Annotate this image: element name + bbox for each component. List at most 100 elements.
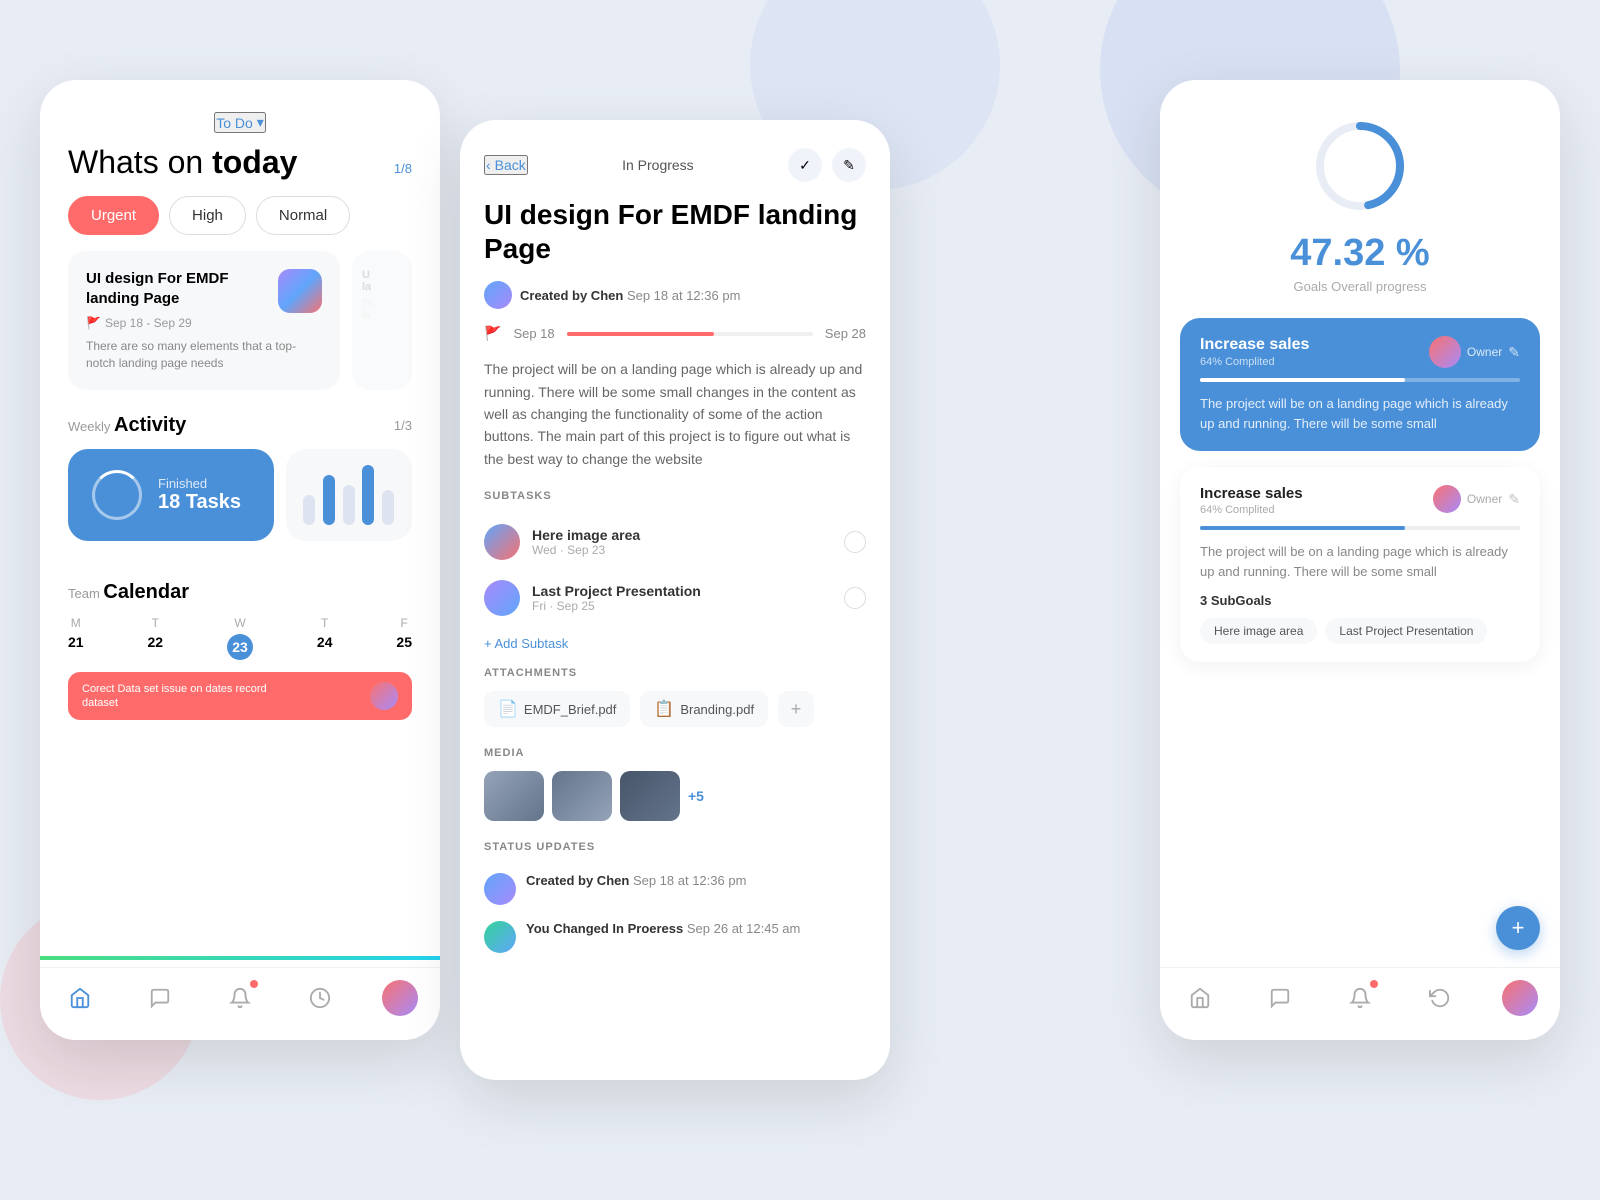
today-normal: Whats on: [68, 144, 212, 180]
calendar-event[interactable]: Corect Data set issue on dates record da…: [68, 672, 412, 721]
task-card-partial: Ula Thla: [352, 251, 412, 390]
subtask-2[interactable]: Last Project Presentation Fri · Sep 25: [460, 570, 890, 626]
nav-home-right[interactable]: [1182, 980, 1218, 1016]
attachments-row: 📄 EMDF_Brief.pdf 📋 Branding.pdf +: [460, 691, 890, 747]
status-avatar-1: [484, 873, 516, 905]
activity-row: Finished 18 Tasks: [40, 449, 440, 541]
white-card-owner: Owner ✎: [1433, 485, 1520, 513]
media-more[interactable]: +5: [688, 788, 704, 804]
nav-avatar[interactable]: [382, 980, 418, 1016]
today-section: Whats on today 1/8: [40, 133, 440, 180]
task-count: 1/8: [394, 161, 412, 176]
media-thumb-1[interactable]: [484, 771, 544, 821]
check-button[interactable]: ✓: [788, 148, 822, 182]
todo-label: To Do: [216, 115, 253, 131]
nav-bell[interactable]: [222, 980, 258, 1016]
cal-day-wed[interactable]: W 23: [227, 616, 253, 660]
nav-refresh-right[interactable]: [1422, 980, 1458, 1016]
task-title: UI design For EMDF landing Page: [460, 198, 890, 281]
white-card-avatar: [1433, 485, 1461, 513]
filter-urgent[interactable]: Urgent: [68, 196, 159, 235]
subtask-2-avatar: [484, 580, 520, 616]
fab-button[interactable]: +: [1496, 906, 1540, 950]
status-text-1: Created by Chen Sep 18 at 12:36 pm: [526, 873, 746, 888]
progress-bar: [40, 956, 440, 960]
subgoal-pill-1[interactable]: Here image area: [1200, 618, 1317, 644]
creator-avatar: [484, 281, 512, 309]
nav-check[interactable]: [302, 980, 338, 1016]
blue-card-progress-bg: [1200, 378, 1520, 382]
attachment-2[interactable]: 📋 Branding.pdf: [640, 691, 768, 727]
finished-tasks: 18 Tasks: [158, 491, 241, 514]
attachment-1[interactable]: 📄 EMDF_Brief.pdf: [484, 691, 630, 727]
add-subtask-button[interactable]: + Add Subtask: [460, 626, 890, 667]
task-card-desc: There are so many elements that a top-no…: [86, 338, 322, 372]
notification-dot-right: [1370, 980, 1378, 988]
blue-card[interactable]: Increase sales 64% Complited Owner ✎ The…: [1180, 318, 1540, 451]
add-attachment-button[interactable]: +: [778, 691, 814, 727]
date-start: Sep 18: [513, 326, 554, 341]
creator-row: Created by Chen Sep 18 at 12:36 pm: [460, 281, 890, 325]
nav-chat-right[interactable]: [1262, 980, 1298, 1016]
back-label: Back: [495, 157, 526, 173]
media-thumb-3[interactable]: [620, 771, 680, 821]
media-thumb-2[interactable]: [552, 771, 612, 821]
goals-label: Goals Overall progress: [1294, 279, 1427, 294]
nav-avatar-right[interactable]: [1502, 980, 1538, 1016]
creator-name: Created by Chen: [520, 288, 623, 303]
subtask-2-info: Last Project Presentation Fri · Sep 25: [532, 583, 832, 613]
status-text-2: You Changed In Proeress Sep 26 at 12:45 …: [526, 921, 800, 936]
white-card-desc: The project will be on a landing page wh…: [1200, 542, 1520, 581]
subtask-1-checkbox[interactable]: [844, 531, 866, 553]
back-button[interactable]: ‹ Back: [484, 155, 528, 175]
todo-dropdown-button[interactable]: To Do ▾: [214, 112, 266, 133]
chart-bar-4: [362, 465, 374, 525]
progress-section: 47.32 % Goals Overall progress: [1160, 80, 1560, 318]
white-card[interactable]: Increase sales 64% Complited Owner ✎ The…: [1180, 467, 1540, 662]
calendar-header: Team Calendar: [68, 561, 412, 616]
white-card-progress-fill: [1200, 526, 1405, 530]
calendar-bold: Calendar: [103, 581, 189, 603]
status-updates: Created by Chen Sep 18 at 12:36 pm You C…: [460, 865, 890, 961]
white-card-edit-icon[interactable]: ✎: [1508, 491, 1520, 508]
chevron-down-icon: ▾: [257, 114, 264, 131]
white-card-title-area: Increase sales 64% Complited: [1200, 485, 1303, 516]
calendar-days-row: M 21 T 22 W 23 T 24 F 25: [68, 616, 412, 660]
todo-header: To Do ▾: [40, 80, 440, 133]
activity-chart: [286, 449, 413, 541]
cal-day-thu: T 24: [317, 616, 333, 660]
task-cards-row: UI design For EMDF landing Page 🚩 Sep 18…: [40, 251, 440, 390]
status-updates-label: STATUS UPDATES: [460, 841, 890, 865]
donut-svg: [1310, 116, 1410, 216]
date-bar: 🚩 Sep 18 Sep 28: [460, 325, 890, 358]
filter-normal[interactable]: Normal: [256, 196, 350, 235]
nav-bell-right[interactable]: [1342, 980, 1378, 1016]
calendar-event-avatar: [370, 682, 398, 710]
subtask-1[interactable]: Here image area Wed · Sep 23: [460, 514, 890, 570]
task-card-image: [278, 269, 322, 313]
subtask-2-name: Last Project Presentation: [532, 583, 832, 599]
filter-row: Urgent High Normal: [40, 180, 440, 251]
blue-card-edit-icon[interactable]: ✎: [1508, 344, 1520, 361]
blue-card-sub: 64% Complited: [1200, 356, 1309, 368]
edit-button[interactable]: ✎: [832, 148, 866, 182]
filter-high[interactable]: High: [169, 196, 246, 235]
task-card-main[interactable]: UI design For EMDF landing Page 🚩 Sep 18…: [68, 251, 340, 390]
nav-chat[interactable]: [142, 980, 178, 1016]
status-label: In Progress: [622, 157, 694, 173]
ph2-header: ‹ Back In Progress ✓ ✎: [460, 120, 890, 198]
status-update-2: You Changed In Proeress Sep 26 at 12:45 …: [484, 913, 866, 961]
subtask-2-checkbox[interactable]: [844, 587, 866, 609]
activity-normal: Weekly: [68, 419, 114, 434]
nav-home[interactable]: [62, 980, 98, 1016]
finished-card: Finished 18 Tasks: [68, 449, 274, 541]
subgoal-pill-2[interactable]: Last Project Presentation: [1325, 618, 1487, 644]
subtask-1-avatar: [484, 524, 520, 560]
notification-dot: [250, 980, 258, 988]
blue-card-progress-fill: [1200, 378, 1405, 382]
percent-label: 47.32 %: [1290, 232, 1429, 275]
activity-count: 1/3: [394, 418, 412, 433]
blue-card-header: Increase sales 64% Complited Owner ✎: [1200, 336, 1520, 368]
attachment-1-name: EMDF_Brief.pdf: [524, 702, 616, 717]
subtasks-label: SUBTASKS: [460, 490, 890, 514]
